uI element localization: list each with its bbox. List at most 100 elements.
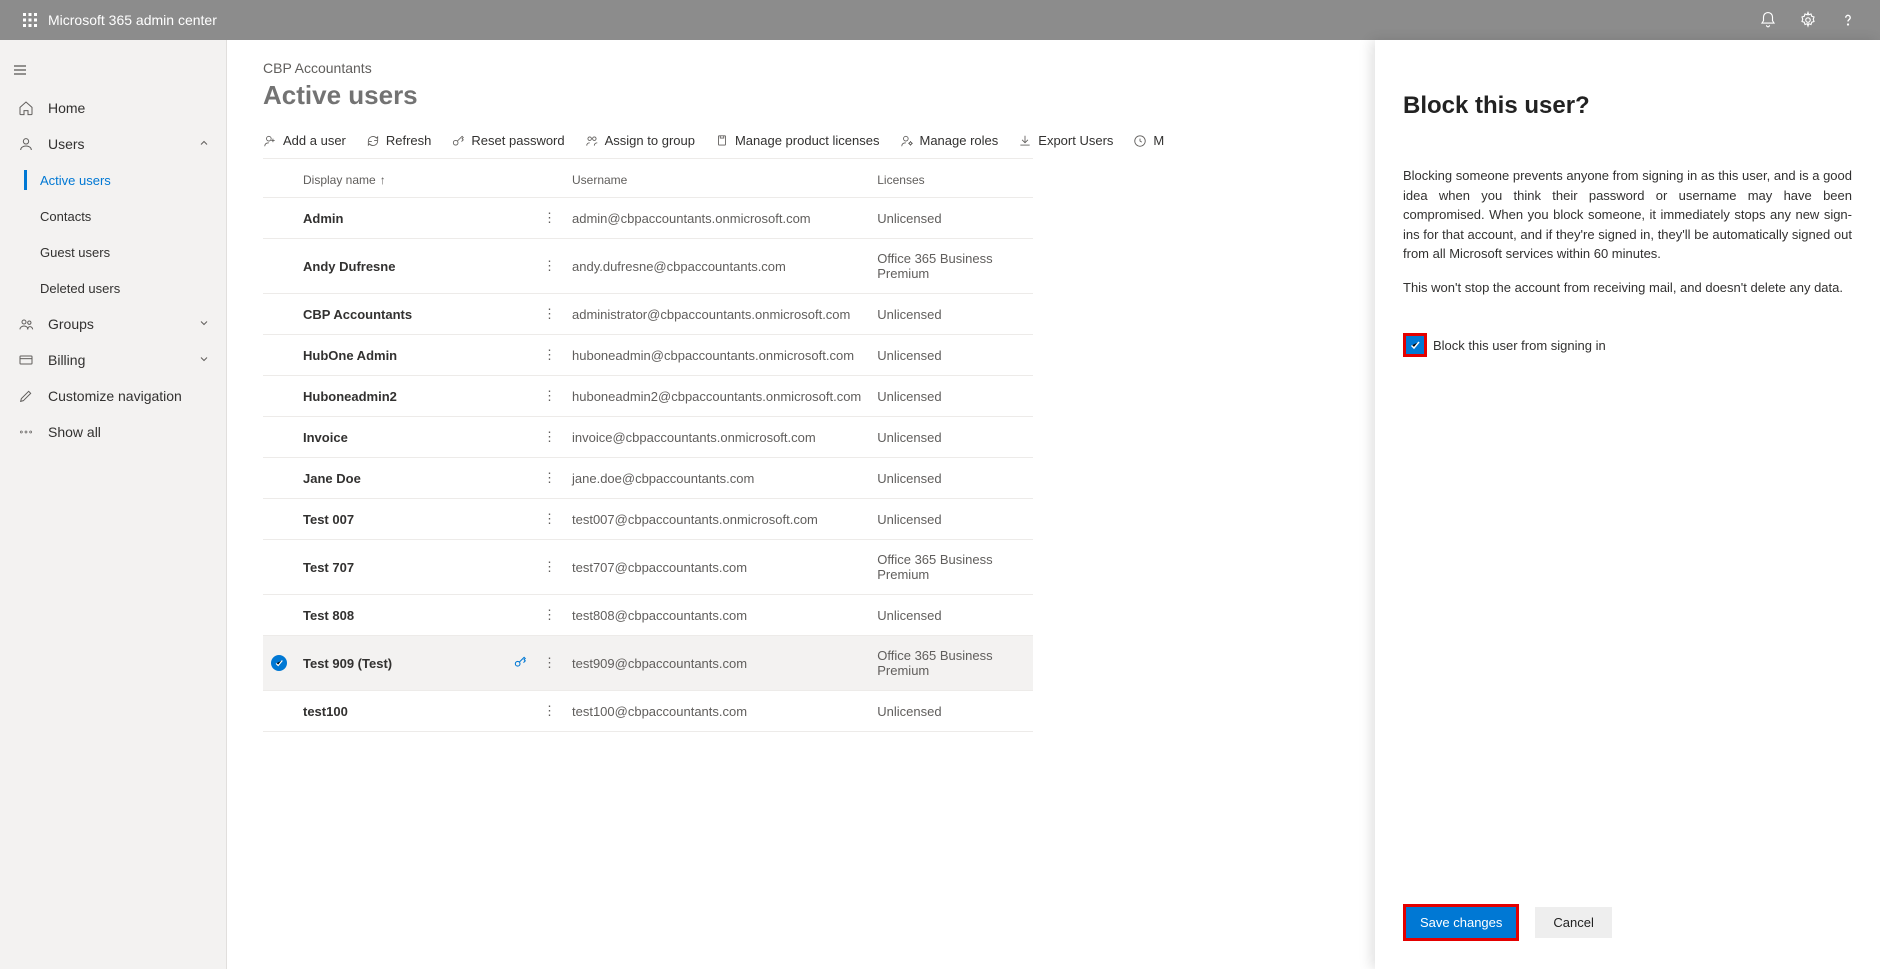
app-launcher-icon[interactable] <box>12 12 48 28</box>
notifications-icon[interactable] <box>1748 0 1788 40</box>
display-name-cell[interactable]: Jane Doe <box>295 458 505 499</box>
selected-check-icon[interactable] <box>271 655 287 671</box>
more-icon <box>16 424 36 440</box>
cancel-button[interactable]: Cancel <box>1535 907 1611 938</box>
display-name-cell[interactable]: Test 909 (Test) <box>295 636 505 691</box>
nav-deleted-users[interactable]: Deleted users <box>0 270 226 306</box>
manage-roles-button[interactable]: Manage roles <box>900 133 999 148</box>
home-icon <box>16 100 36 116</box>
highlight-save-button: Save changes <box>1403 904 1519 941</box>
display-name-cell[interactable]: CBP Accountants <box>295 294 505 335</box>
block-signin-checkbox[interactable] <box>1406 336 1424 354</box>
row-more-icon[interactable]: ⋮ <box>535 198 564 239</box>
table-row[interactable]: Admin ⋮admin@cbpaccountants.onmicrosoft.c… <box>263 198 1033 239</box>
username-cell: huboneadmin@cbpaccountants.onmicrosoft.c… <box>564 335 869 376</box>
display-name-cell[interactable]: Admin <box>295 198 505 239</box>
display-name-cell[interactable]: test100 <box>295 691 505 732</box>
row-more-icon[interactable]: ⋮ <box>535 499 564 540</box>
display-name-cell[interactable]: Huboneadmin2 <box>295 376 505 417</box>
table-row[interactable]: CBP Accountants ⋮administrator@cbpaccount… <box>263 294 1033 335</box>
nav-guest-users[interactable]: Guest users <box>0 234 226 270</box>
nav-home[interactable]: Home <box>0 90 226 126</box>
nav-groups[interactable]: Groups <box>0 306 226 342</box>
license-cell: Office 365 Business Premium <box>869 540 1033 595</box>
display-name-cell[interactable]: HubOne Admin <box>295 335 505 376</box>
license-cell: Unlicensed <box>869 499 1033 540</box>
nav-users[interactable]: Users <box>0 126 226 162</box>
license-cell: Unlicensed <box>869 335 1033 376</box>
table-row[interactable]: Huboneadmin2 ⋮huboneadmin2@cbpaccountants… <box>263 376 1033 417</box>
username-cell: test100@cbpaccountants.com <box>564 691 869 732</box>
table-row[interactable]: Invoice⋮invoice@cbpaccountants.onmicroso… <box>263 417 1033 458</box>
row-more-icon[interactable]: ⋮ <box>535 595 564 636</box>
assign-to-group-button[interactable]: Assign to group <box>585 133 695 148</box>
col-licenses[interactable]: Licenses <box>869 163 1033 198</box>
table-row[interactable]: Test 707 ⋮test707@cbpaccountants.comOffic… <box>263 540 1033 595</box>
hamburger-icon[interactable] <box>0 50 40 90</box>
license-cell: Office 365 Business Premium <box>869 636 1033 691</box>
export-users-button[interactable]: Export Users <box>1018 133 1113 148</box>
key-icon[interactable] <box>513 657 527 672</box>
table-row[interactable]: test100⋮test100@cbpaccountants.comUnlice… <box>263 691 1033 732</box>
more-commands[interactable]: M <box>1133 133 1164 148</box>
nav-active-users[interactable]: Active users <box>0 162 226 198</box>
row-more-icon[interactable]: ⋮ <box>535 636 564 691</box>
refresh-button[interactable]: Refresh <box>366 133 432 148</box>
username-cell: jane.doe@cbpaccountants.com <box>564 458 869 499</box>
settings-icon[interactable] <box>1788 0 1828 40</box>
table-row[interactable]: HubOne Admin ⋮huboneadmin@cbpaccountants.… <box>263 335 1033 376</box>
license-cell: Unlicensed <box>869 198 1033 239</box>
display-name-cell[interactable]: Test 808 <box>295 595 505 636</box>
license-cell: Unlicensed <box>869 376 1033 417</box>
table-row[interactable]: Andy Dufresne ⋮andy.dufresne@cbpaccountan… <box>263 239 1033 294</box>
nav-users-label: Users <box>48 136 85 152</box>
nav-groups-label: Groups <box>48 316 94 332</box>
username-cell: test007@cbpaccountants.onmicrosoft.com <box>564 499 869 540</box>
row-more-icon[interactable]: ⋮ <box>535 294 564 335</box>
panel-description-2: This won't stop the account from receivi… <box>1403 278 1852 298</box>
row-more-icon[interactable]: ⋮ <box>535 239 564 294</box>
col-username[interactable]: Username <box>564 163 869 198</box>
username-cell: andy.dufresne@cbpaccountants.com <box>564 239 869 294</box>
table-row[interactable]: Test 909 (Test)⋮test909@cbpaccountants.c… <box>263 636 1033 691</box>
row-more-icon[interactable]: ⋮ <box>535 458 564 499</box>
row-more-icon[interactable]: ⋮ <box>535 540 564 595</box>
display-name-cell[interactable]: Invoice <box>295 417 505 458</box>
save-changes-button[interactable]: Save changes <box>1406 907 1516 938</box>
nav-customize[interactable]: Customize navigation <box>0 378 226 414</box>
username-cell: admin@cbpaccountants.onmicrosoft.com <box>564 198 869 239</box>
user-icon <box>16 136 36 152</box>
top-bar: Microsoft 365 admin center <box>0 0 1880 40</box>
col-display-name[interactable]: Display name↑ <box>295 163 505 198</box>
row-more-icon[interactable]: ⋮ <box>535 691 564 732</box>
group-icon <box>16 316 36 332</box>
add-user-button[interactable]: Add a user <box>263 133 346 148</box>
display-name-cell[interactable]: Andy Dufresne <box>295 239 505 294</box>
license-cell: Unlicensed <box>869 595 1033 636</box>
chevron-down-icon <box>198 316 210 332</box>
reset-password-button[interactable]: Reset password <box>451 133 564 148</box>
table-row[interactable]: Test 007 ⋮test007@cbpaccountants.onmicros… <box>263 499 1033 540</box>
username-cell: administrator@cbpaccountants.onmicrosoft… <box>564 294 869 335</box>
username-cell: huboneadmin2@cbpaccountants.onmicrosoft.… <box>564 376 869 417</box>
row-more-icon[interactable]: ⋮ <box>535 376 564 417</box>
license-cell: Unlicensed <box>869 458 1033 499</box>
help-icon[interactable] <box>1828 0 1868 40</box>
username-cell: test808@cbpaccountants.com <box>564 595 869 636</box>
row-more-icon[interactable]: ⋮ <box>535 335 564 376</box>
display-name-cell[interactable]: Test 007 <box>295 499 505 540</box>
highlight-checkbox <box>1403 333 1427 357</box>
table-row[interactable]: Test 808 ⋮test808@cbpaccountants.comUnlic… <box>263 595 1033 636</box>
manage-licenses-button[interactable]: Manage product licenses <box>715 133 880 148</box>
app-title: Microsoft 365 admin center <box>48 12 217 28</box>
nav-billing[interactable]: Billing <box>0 342 226 378</box>
nav-contacts[interactable]: Contacts <box>0 198 226 234</box>
block-signin-label: Block this user from signing in <box>1433 338 1606 353</box>
display-name-cell[interactable]: Test 707 <box>295 540 505 595</box>
row-more-icon[interactable]: ⋮ <box>535 417 564 458</box>
nav-customize-label: Customize navigation <box>48 388 182 404</box>
nav-home-label: Home <box>48 100 85 116</box>
username-cell: test707@cbpaccountants.com <box>564 540 869 595</box>
table-row[interactable]: Jane Doe ⋮jane.doe@cbpaccountants.comUnli… <box>263 458 1033 499</box>
nav-show-all[interactable]: Show all <box>0 414 226 450</box>
